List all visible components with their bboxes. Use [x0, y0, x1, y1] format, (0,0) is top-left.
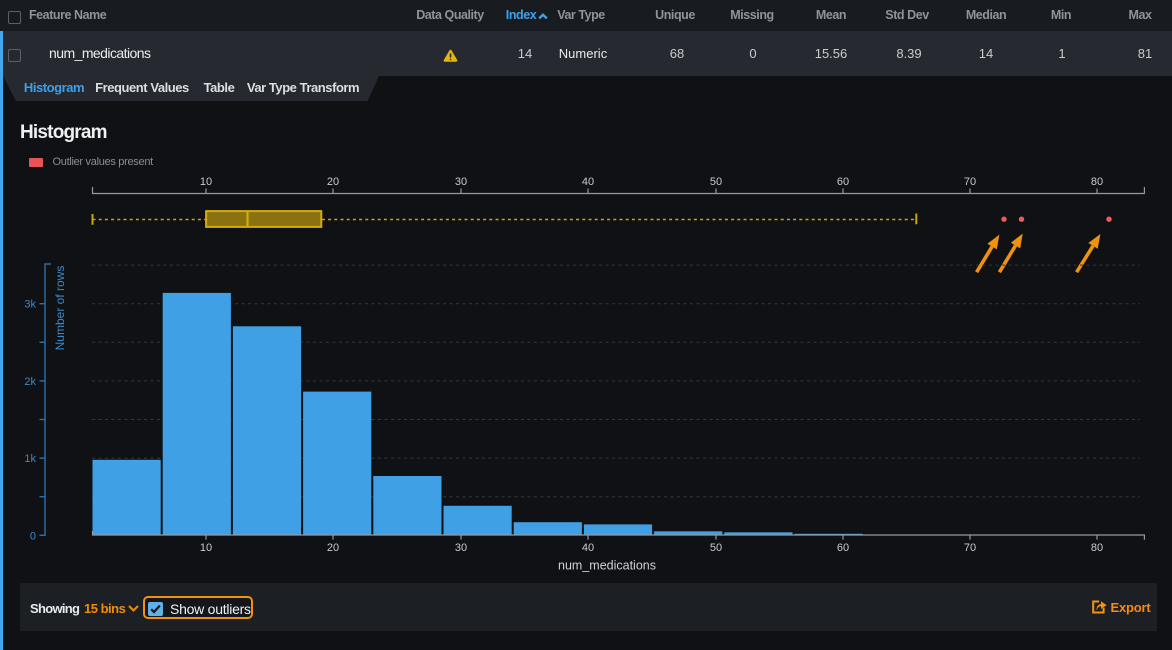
svg-text:70: 70: [964, 176, 976, 188]
svg-text:3k: 3k: [24, 299, 36, 311]
svg-text:40: 40: [582, 542, 594, 554]
svg-text:1k: 1k: [24, 453, 36, 465]
svg-text:70: 70: [964, 542, 976, 554]
svg-text:2k: 2k: [24, 376, 36, 388]
svg-text:10: 10: [200, 542, 212, 554]
svg-text:80: 80: [1091, 542, 1103, 554]
svg-text:num_medications: num_medications: [558, 559, 656, 573]
svg-text:40: 40: [582, 176, 594, 188]
svg-text:0: 0: [30, 530, 36, 542]
svg-text:10: 10: [200, 176, 212, 188]
svg-text:60: 60: [837, 176, 849, 188]
svg-text:30: 30: [455, 176, 467, 188]
svg-text:30: 30: [455, 542, 467, 554]
svg-text:20: 20: [327, 176, 339, 188]
svg-text:80: 80: [1091, 176, 1103, 188]
svg-text:50: 50: [710, 176, 722, 188]
svg-text:50: 50: [710, 542, 722, 554]
svg-text:60: 60: [837, 542, 849, 554]
svg-text:Number of rows: Number of rows: [53, 266, 67, 351]
svg-text:20: 20: [327, 542, 339, 554]
